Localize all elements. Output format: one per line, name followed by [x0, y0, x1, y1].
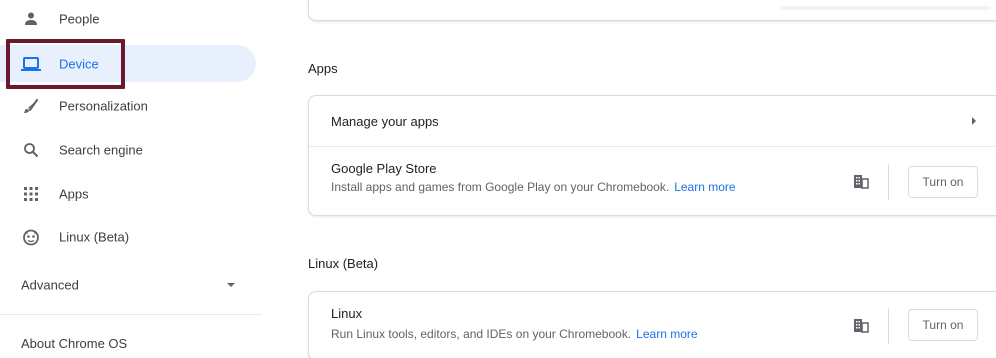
placeholder-bar	[781, 6, 991, 10]
sidebar-item-people[interactable]: People	[0, 0, 256, 37]
vertical-separator	[888, 308, 889, 344]
sidebar-item-device[interactable]: Device	[0, 45, 256, 82]
google-play-turn-on-button[interactable]: Turn on	[908, 166, 978, 198]
learn-more-link[interactable]: Learn more	[636, 327, 697, 341]
linux-subtitle-text: Run Linux tools, editors, and IDEs on yo…	[331, 327, 632, 341]
sidebar-divider	[0, 314, 262, 315]
apps-card: Manage your apps Google Play Store Insta…	[308, 95, 996, 216]
apps-section-heading: Apps	[308, 61, 338, 76]
manage-apps-title: Manage your apps	[331, 114, 439, 129]
sidebar-item-apps[interactable]: Apps	[0, 175, 256, 212]
sidebar-item-label: Linux (Beta)	[59, 229, 130, 244]
enterprise-policy-icon	[853, 317, 869, 333]
sidebar-item-label: Search engine	[59, 142, 143, 157]
sidebar-item-search-engine[interactable]: Search engine	[0, 131, 256, 168]
laptop-icon	[21, 54, 41, 74]
manage-apps-row[interactable]: Manage your apps	[309, 96, 996, 146]
search-icon	[21, 140, 41, 160]
previous-section-card	[308, 0, 996, 21]
sidebar-item-personalization[interactable]: Personalization	[0, 87, 256, 124]
linux-card: Linux Run Linux tools, editors, and IDEs…	[308, 291, 996, 358]
google-play-row: Google Play Store Install apps and games…	[309, 147, 996, 217]
linux-turn-on-button[interactable]: Turn on	[908, 309, 978, 341]
brush-icon	[21, 96, 41, 116]
main-content: Apps Manage your apps Google Play Store …	[262, 0, 996, 358]
sidebar-item-label: Personalization	[59, 98, 148, 113]
linux-icon	[21, 227, 41, 247]
advanced-label: Advanced	[21, 277, 79, 293]
linux-subtitle: Run Linux tools, editors, and IDEs on yo…	[331, 327, 698, 341]
sidebar-item-label: Device	[59, 56, 99, 71]
google-play-subtitle: Install apps and games from Google Play …	[331, 180, 736, 194]
sidebar-item-label: People	[59, 11, 100, 26]
sidebar-item-label: Apps	[59, 186, 89, 201]
about-chrome-os-link[interactable]: About Chrome OS	[21, 336, 127, 351]
linux-section-heading: Linux (Beta)	[308, 256, 379, 271]
advanced-toggle[interactable]: Advanced	[0, 270, 256, 300]
google-play-title: Google Play Store	[331, 161, 437, 176]
vertical-separator	[888, 164, 889, 200]
learn-more-link[interactable]: Learn more	[674, 180, 735, 194]
person-icon	[21, 9, 41, 29]
caret-down-icon	[227, 283, 235, 287]
linux-title: Linux	[331, 306, 363, 321]
arrow-right-icon	[972, 117, 976, 125]
google-play-subtitle-text: Install apps and games from Google Play …	[331, 180, 670, 194]
linux-row: Linux Run Linux tools, editors, and IDEs…	[309, 292, 996, 358]
apps-grid-icon	[21, 184, 41, 204]
enterprise-policy-icon	[853, 173, 869, 189]
sidebar-item-linux[interactable]: Linux (Beta)	[0, 218, 256, 255]
sidebar: People Device Personalization Search eng…	[0, 0, 262, 358]
settings-window: People Device Personalization Search eng…	[0, 0, 996, 358]
